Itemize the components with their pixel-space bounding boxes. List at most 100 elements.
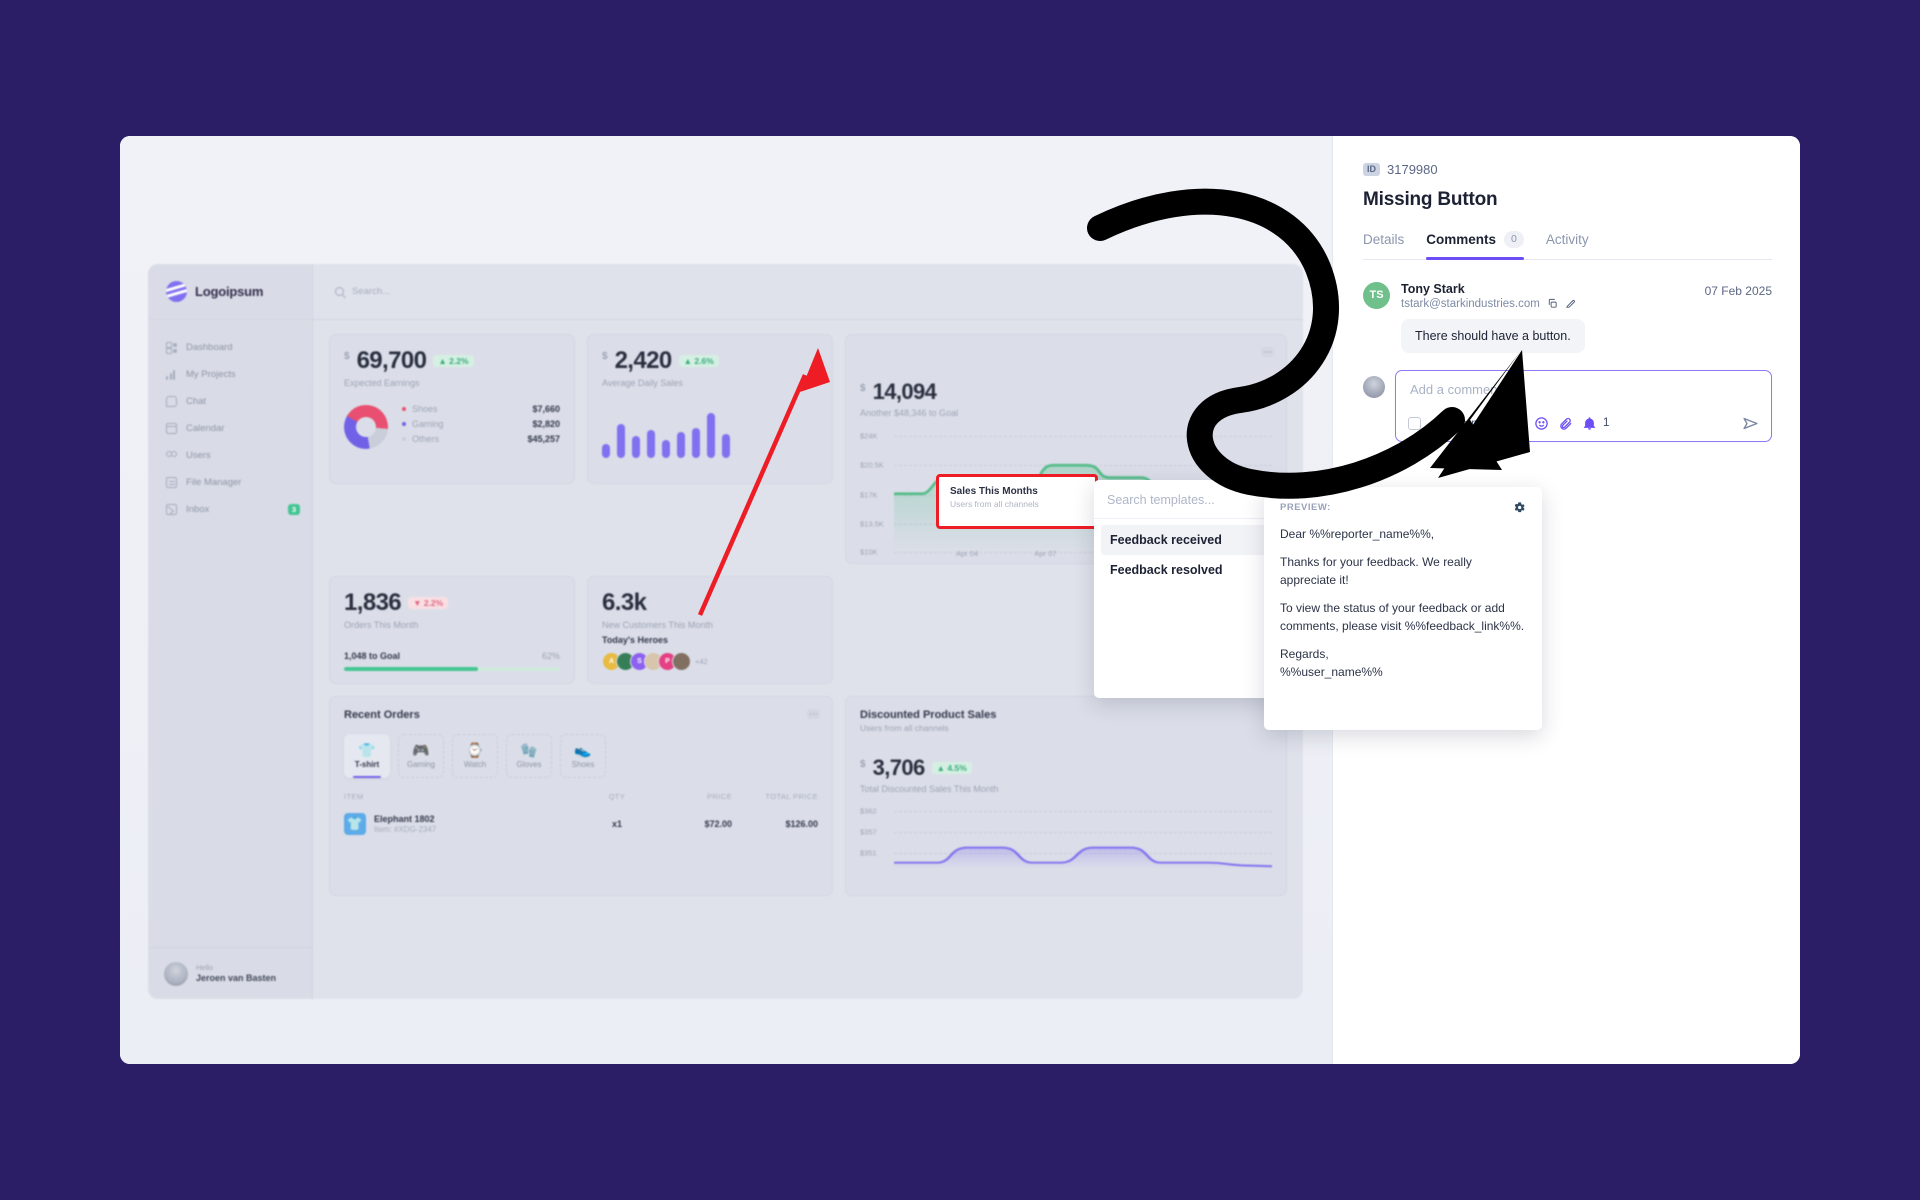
card-menu-button[interactable] (1261, 347, 1274, 357)
paperclip-icon[interactable] (1558, 416, 1573, 431)
tab-watch[interactable]: ⌚ Watch (452, 734, 498, 778)
sidebar-item-label: My Projects (186, 369, 236, 380)
discounted-delta-badge: ▲ 4.5% (931, 761, 972, 775)
orders-value: 1,836 (344, 589, 402, 616)
template-item-feedback-received[interactable]: Feedback received (1101, 525, 1279, 555)
sales-this-months-highlight-card[interactable]: Sales This Months Users from all channel… (936, 474, 1098, 529)
heroes-title: Today's Heroes (602, 635, 668, 645)
column-header: QTY (608, 792, 626, 801)
logoipsum-logo-icon (166, 281, 187, 302)
y-tick-label: $13.5K (860, 519, 884, 529)
currency-symbol: $ (602, 351, 608, 362)
template-list: Feedback received Feedback resolved (1094, 519, 1286, 591)
internal-checkbox[interactable] (1408, 416, 1421, 430)
sidebar-item-chat[interactable]: Chat (148, 388, 312, 415)
customers-value: 6.3k (602, 589, 647, 616)
comment-date: 07 Feb 2025 (1704, 283, 1772, 298)
y-tick-label: $24K (860, 431, 878, 441)
sidebar-item-inbox[interactable]: Inbox 3 (148, 496, 312, 523)
gear-icon[interactable] (1513, 501, 1526, 514)
tab-comments[interactable]: Comments 0 (1426, 231, 1524, 260)
sales-month-value: 14,094 (872, 379, 937, 404)
tab-label: Activity (1545, 231, 1589, 247)
template-item-feedback-resolved[interactable]: Feedback resolved (1101, 555, 1279, 585)
tab-label: Details (1363, 231, 1405, 247)
comment-author-email: tstark@starkindustries.com (1401, 297, 1540, 310)
sidebar-user-profile[interactable]: Hello Jeroen van Basten (148, 947, 312, 999)
comment-input[interactable]: Add a comment... (1396, 371, 1771, 397)
legend-item: Others $45,257 (402, 434, 560, 444)
orders-goal-label: 1,048 to Goal (344, 651, 401, 661)
sales-month-label: Another $48,346 to Goal (860, 408, 959, 418)
currency-symbol: $ (344, 351, 350, 362)
search-input[interactable]: Search... (352, 286, 390, 297)
column-header: PRICE (707, 792, 732, 801)
tab-activity[interactable]: Activity (1546, 232, 1589, 258)
tab-gaming[interactable]: 🎮 Gaming (398, 734, 444, 778)
orders-table-header: ITEM QTY PRICE TOTAL PRICE (344, 792, 818, 801)
table-row[interactable]: 👕 Elephant 1802 Item: #XDG-2347 x1 $72.0… (344, 813, 818, 835)
comment-composer[interactable]: Add a comment... Internal 1 (1395, 369, 1772, 442)
average-daily-sales-chart (602, 410, 818, 458)
sidebar-item-users[interactable]: Users (148, 442, 312, 469)
ticket-id-value: 3179980 (1387, 162, 1438, 177)
watch-icon: ⌚ (466, 742, 484, 758)
customers-label: New Customers This Month (602, 620, 713, 630)
app-window: Logoipsum Dashboard My Projects Chat Cal… (120, 136, 1800, 1064)
currency-symbol: $ (860, 759, 866, 770)
product-name: Elephant 1802 (374, 814, 435, 824)
edit-icon[interactable] (1565, 298, 1576, 309)
legend-item: Gaming $2,820 (402, 419, 560, 429)
currency-symbol: $ (860, 383, 866, 394)
x-tick-label: Apr 04 (956, 549, 979, 558)
card-new-customers: 6.3k New Customers This Month Today's He… (587, 576, 833, 684)
bar-chart-icon (166, 369, 177, 380)
earnings-donut-chart (344, 404, 388, 449)
gaming-icon: 🎮 (412, 742, 430, 758)
sidebar-item-my-projects[interactable]: My Projects (148, 361, 312, 388)
preview-paragraph: To view the status of your feedback or a… (1280, 601, 1525, 633)
preview-paragraph: Regards, %%user_name%% (1280, 647, 1383, 679)
heroes-more-count: +42 (695, 657, 708, 666)
discounted-label: Total Discounted Sales This Month (860, 784, 999, 794)
template-preview-popover: PREVIEW: Dear %%reporter_name%%, Thanks … (1264, 487, 1542, 730)
earnings-legend: Shoes $7,660 Gaming $2,820 Others $45,25… (402, 404, 560, 449)
product-thumbnail: 👕 (344, 813, 366, 835)
y-tick-label: $17K (860, 490, 878, 500)
send-icon[interactable] (1742, 415, 1759, 432)
template-search-input[interactable]: Search templates... (1094, 480, 1286, 519)
tab-gloves[interactable]: 🧤 Gloves (506, 734, 552, 778)
panel-discounted-product-sales: Discounted Product Sales Users from all … (845, 696, 1287, 896)
emoji-icon[interactable] (1534, 416, 1549, 431)
template-document-icon[interactable] (1510, 416, 1525, 431)
orders-progress-bar (344, 667, 560, 671)
tab-details[interactable]: Details (1363, 232, 1404, 258)
tab-tshirt[interactable]: 👕 T-shirt (344, 734, 390, 778)
bell-icon[interactable] (1582, 416, 1597, 431)
sidebar-item-dashboard[interactable]: Dashboard (148, 334, 312, 361)
copy-icon[interactable] (1547, 298, 1558, 309)
internal-toggle[interactable]: Internal (1430, 416, 1487, 430)
preview-header: PREVIEW: (1280, 501, 1526, 514)
dashboard-logo[interactable]: Logoipsum (148, 264, 312, 320)
panel-title: Recent Orders (344, 709, 420, 721)
chat-bubble-icon (166, 396, 177, 407)
y-tick-label: $362 (860, 806, 877, 816)
column-header: ITEM (344, 792, 364, 801)
sidebar-item-calendar[interactable]: Calendar (148, 415, 312, 442)
preview-body: Dear %%reporter_name%%, Thanks for your … (1280, 525, 1526, 681)
card-orders-this-month: 1,836 ▼ 2.2% Orders This Month 1,048 to … (329, 576, 575, 684)
sidebar-item-file-manager[interactable]: File Manager (148, 469, 312, 496)
column-header: TOTAL PRICE (765, 792, 818, 801)
calendar-icon (165, 423, 178, 434)
sidebar-item-label: File Manager (186, 477, 242, 488)
tab-label: Comments (1426, 231, 1497, 247)
stats-row-3: Recent Orders 👕 T-shirt 🎮 Gaming ⌚ Watch… (329, 696, 1287, 896)
inbox-badge: 3 (287, 504, 300, 515)
daily-sales-value: 2,420 (614, 347, 673, 374)
sidebar-item-label: Users (186, 450, 211, 461)
comments-count-badge: 0 (1504, 231, 1524, 248)
lock-icon (1432, 418, 1440, 428)
card-menu-button[interactable] (807, 709, 820, 719)
tab-shoes[interactable]: 👟 Shoes (560, 734, 606, 778)
